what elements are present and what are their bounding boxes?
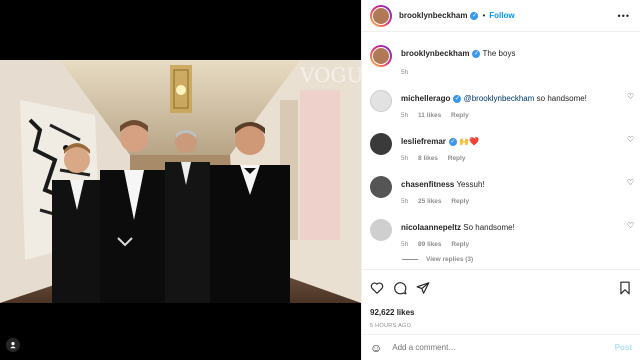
comment-username[interactable]: nicolaannepeltz xyxy=(401,223,461,232)
caption-username[interactable]: brooklynbeckham xyxy=(401,49,469,58)
post-actions: 92,622 likes 5 HOURS AGO xyxy=(362,269,640,329)
share-icon[interactable] xyxy=(416,281,430,295)
heart-icon[interactable] xyxy=(370,281,384,295)
comment-likes[interactable]: 8 likes xyxy=(418,155,438,162)
reply-button[interactable]: Reply xyxy=(451,241,469,248)
photo-pane: VOGUE xyxy=(0,0,361,360)
vogue-watermark: VOGUE xyxy=(299,63,361,87)
post-photo[interactable]: VOGUE xyxy=(0,60,361,303)
caption-text: The boys xyxy=(482,49,516,58)
comment-likes[interactable]: 25 likes xyxy=(418,198,442,205)
view-replies-label: View replies (3) xyxy=(426,256,474,263)
separator-dot: • xyxy=(482,11,486,20)
divider xyxy=(402,259,418,260)
post-header: brooklynbeckham ✓ • Follow ••• xyxy=(362,0,640,32)
reply-button[interactable]: Reply xyxy=(451,198,469,205)
commenter-avatar[interactable] xyxy=(370,176,392,198)
comment-likes[interactable]: 11 likes xyxy=(418,112,441,119)
comment-username[interactable]: michellerago xyxy=(401,94,450,103)
comment-username[interactable]: chasenfitness xyxy=(401,180,454,189)
caption: brooklynbeckham ✓ The boys 5h xyxy=(362,43,640,76)
comment-username[interactable]: lesliefremar xyxy=(401,137,446,146)
comment-time[interactable]: 5h xyxy=(401,241,408,248)
comment-item: chasenfitness Yessuh! 5h 25 likes Reply … xyxy=(362,174,640,205)
verified-icon: ✓ xyxy=(453,94,462,103)
commenter-avatar[interactable] xyxy=(370,133,392,155)
comment-text: so handsome! xyxy=(534,94,587,103)
likes-count[interactable]: 92,622 likes xyxy=(370,308,632,317)
emoji-icon[interactable]: ☺ xyxy=(370,341,382,355)
reply-button[interactable]: Reply xyxy=(451,112,469,119)
like-comment-heart-icon[interactable]: ♡ xyxy=(627,221,634,230)
commenter-avatar[interactable] xyxy=(370,90,392,112)
comment-item: michellerago ✓ @brooklynbeckham so handso… xyxy=(362,88,640,119)
view-replies-button[interactable]: View replies (3) xyxy=(402,256,640,263)
person-icon xyxy=(10,342,16,349)
comment-item: nicolaannepeltz So handsome! 5h 89 likes… xyxy=(362,217,640,248)
author-username[interactable]: brooklynbeckham xyxy=(399,11,467,20)
reply-button[interactable]: Reply xyxy=(448,155,466,162)
comment-text: 🙌❤️ xyxy=(459,137,480,146)
more-options-icon[interactable]: ••• xyxy=(618,11,630,21)
comment-icon[interactable] xyxy=(393,281,407,295)
comment-likes[interactable]: 89 likes xyxy=(418,241,442,248)
bookmark-icon[interactable] xyxy=(618,281,632,295)
caption-time[interactable]: 5h xyxy=(401,69,408,76)
add-comment-bar: ☺ Post xyxy=(362,334,640,360)
comment-text: So handsome! xyxy=(463,223,515,232)
author-avatar[interactable] xyxy=(370,4,392,27)
follow-button[interactable]: Follow xyxy=(489,11,514,20)
comments-list[interactable]: brooklynbeckham ✓ The boys 5h michellerag… xyxy=(362,33,640,268)
tagged-people-button[interactable] xyxy=(6,338,20,352)
like-comment-heart-icon[interactable]: ♡ xyxy=(627,178,634,187)
like-comment-heart-icon[interactable]: ♡ xyxy=(627,92,634,101)
comment-input[interactable] xyxy=(392,343,615,352)
comment-mention[interactable]: @brooklynbeckham xyxy=(464,94,535,103)
comment-time[interactable]: 5h xyxy=(401,198,408,205)
caption-avatar[interactable] xyxy=(370,45,392,67)
verified-icon: ✓ xyxy=(470,11,479,20)
like-comment-heart-icon[interactable]: ♡ xyxy=(627,135,634,144)
verified-icon: ✓ xyxy=(472,49,481,58)
post-modal: VOGUE xyxy=(0,0,640,360)
photo-illustration: VOGUE xyxy=(0,60,361,303)
comment-text: Yessuh! xyxy=(456,180,485,189)
verified-icon: ✓ xyxy=(448,137,457,146)
post-timestamp[interactable]: 5 HOURS AGO xyxy=(370,323,632,329)
comment-time[interactable]: 5h xyxy=(401,112,408,119)
comment-time[interactable]: 5h xyxy=(401,155,408,162)
comment-item: lesliefremar ✓ 🙌❤️ 5h 8 likes Reply ♡ xyxy=(362,131,640,162)
commenter-avatar[interactable] xyxy=(370,219,392,241)
post-side-panel: brooklynbeckham ✓ • Follow ••• brooklynb… xyxy=(361,0,640,360)
post-comment-button[interactable]: Post xyxy=(615,343,632,352)
